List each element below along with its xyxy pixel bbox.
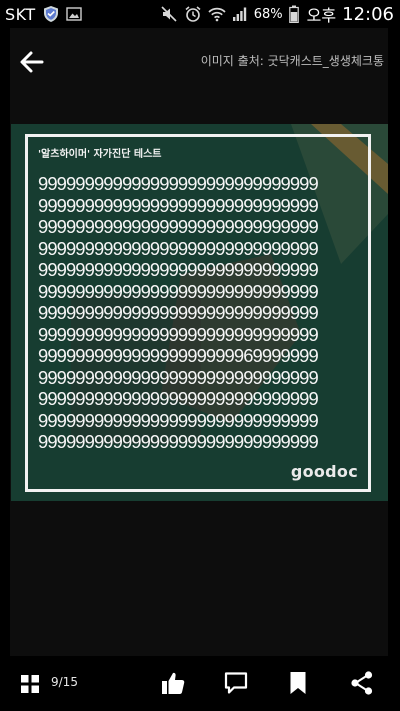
comment-button[interactable] [223, 670, 249, 696]
digits-row: 999999999999999999999969999999 [38, 345, 319, 366]
digits-row: 999999999999999999999999999999 [38, 366, 319, 388]
image-content[interactable]: '알츠하이머' 자가진단 테스트 99999999999999999999999… [11, 124, 388, 501]
digits-row: 999999999999999999999999999999 [38, 280, 319, 302]
image-title: '알츠하이머' 자가진단 테스트 [38, 149, 162, 160]
share-button[interactable] [349, 670, 375, 696]
bottom-action-bar: 9/15 [0, 656, 400, 711]
screen: SKT 68% 오후 12:06 이미지 출처: 굿닥캐스트_생생체크통 '알츠… [0, 0, 400, 711]
digits-row: 999999999999999999999999999999 [38, 237, 319, 259]
digits-grid: 999999999999999999999999999999 999999999… [38, 173, 364, 453]
status-bar: SKT 68% 오후 12:06 [0, 0, 400, 28]
back-button[interactable] [18, 48, 46, 76]
signal-icon [232, 6, 248, 22]
image-source-credit: 이미지 출처: 굿닥캐스트_생생체크통 [200, 54, 384, 68]
digits-row: 999999999999999999999999999999 [38, 302, 319, 323]
wifi-icon [208, 6, 226, 22]
grid-icon [21, 675, 39, 693]
digits-row: 999999999999999999999999999999 [38, 388, 319, 409]
page-indicator: 9/15 [51, 675, 78, 689]
comment-icon [224, 672, 248, 694]
clock-time: 12:06 [342, 3, 394, 25]
bookmark-icon [290, 672, 306, 694]
share-icon [351, 671, 373, 695]
mute-icon [160, 5, 178, 23]
carrier-label: SKT [5, 4, 36, 24]
shield-icon [42, 5, 60, 23]
digits-row: 999999999999999999999999999999 [38, 216, 319, 237]
alarm-icon [184, 5, 202, 23]
battery-icon [288, 5, 299, 23]
viewer-top-bar: 이미지 출처: 굿닥캐스트_생생체크통 [10, 28, 388, 94]
digits-row: 999999999999999999999999999999 [38, 431, 319, 452]
clock-ampm: 오후 [306, 6, 337, 25]
image-viewer: 이미지 출처: 굿닥캐스트_생생체크통 '알츠하이머' 자가진단 테스트 999… [10, 28, 388, 656]
battery-percent: 68% [253, 6, 283, 22]
status-right: 68% 오후 12:06 [160, 2, 394, 26]
like-button[interactable] [160, 670, 186, 696]
status-left: SKT [5, 5, 82, 24]
digits-row: 999999999999999999999999999999 [38, 259, 319, 280]
digits-row: 999999999999999999999999999999 [38, 194, 319, 216]
thumbs-up-icon [162, 672, 185, 694]
arrow-left-icon [20, 51, 44, 73]
digits-row: 999999999999999999999999999999 [38, 173, 319, 194]
goodoc-logo: goodoc [290, 462, 358, 481]
image-frame: '알츠하이머' 자가진단 테스트 99999999999999999999999… [25, 134, 371, 492]
gallery-icon [65, 7, 82, 21]
bookmark-button[interactable] [285, 670, 311, 696]
grid-view-button[interactable] [20, 674, 40, 694]
digits-row: 999999999999999999999999999999 [38, 323, 319, 345]
digits-row: 999999999999999999999999999999 [38, 409, 319, 431]
